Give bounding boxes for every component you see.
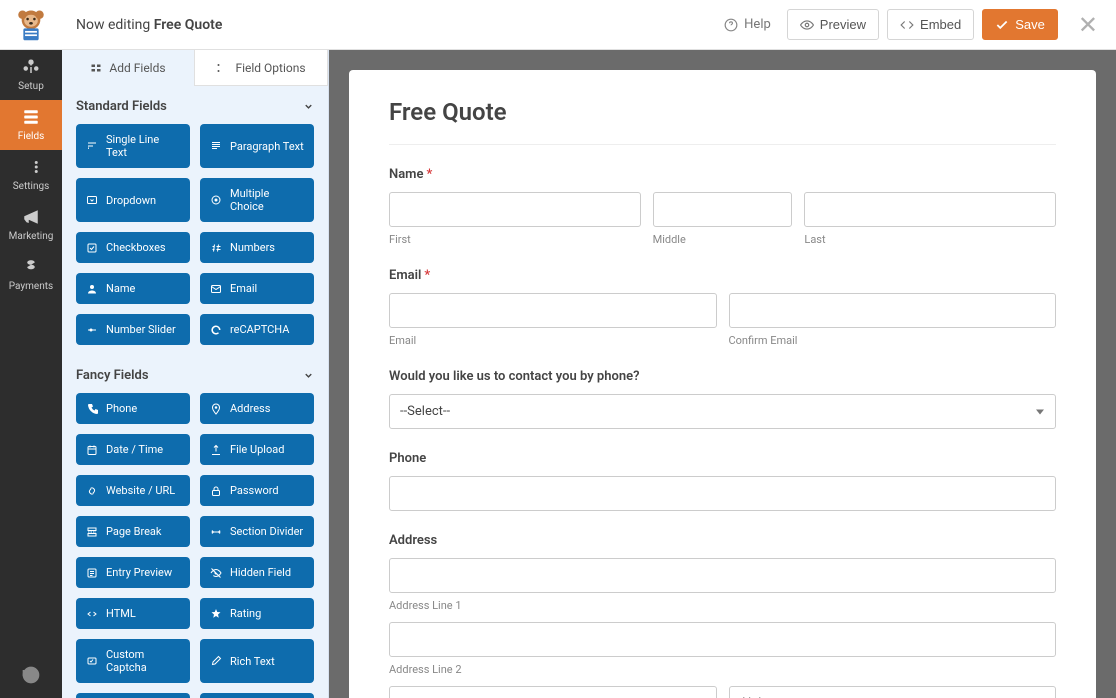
field-contact-by-phone[interactable]: Would you like us to contact you by phon… bbox=[389, 369, 1056, 429]
field-type-rich-text[interactable]: Rich Text bbox=[200, 639, 314, 683]
save-button[interactable]: Save bbox=[982, 9, 1058, 40]
field-address[interactable]: Address Address Line 1 Address Line 2 Ci… bbox=[389, 533, 1056, 698]
field-type-custom-captcha[interactable]: Custom Captcha bbox=[76, 639, 190, 683]
field-type-email[interactable]: Email bbox=[200, 273, 314, 304]
input-address-line1[interactable] bbox=[389, 558, 1056, 593]
field-type-rating[interactable]: Rating bbox=[200, 598, 314, 629]
topbar: Now editing Free Quote Help Preview Embe… bbox=[0, 0, 1116, 50]
field-type-file-upload[interactable]: File Upload bbox=[200, 434, 314, 465]
nav-marketing[interactable]: Marketing bbox=[0, 200, 62, 250]
field-type-signature[interactable]: Signature bbox=[76, 693, 190, 698]
label-contact-phone: Would you like us to contact you by phon… bbox=[389, 369, 1056, 384]
tab-add-fields[interactable]: Add Fields bbox=[62, 50, 195, 86]
nav-settings[interactable]: Settings bbox=[0, 150, 62, 200]
app-logo bbox=[0, 8, 62, 42]
label-phone: Phone bbox=[389, 451, 1056, 466]
fields-panel: Add Fields Field Options Standard Fields… bbox=[62, 50, 329, 698]
field-phone[interactable]: Phone bbox=[389, 451, 1056, 511]
section-fancy-toggle[interactable]: Fancy Fields bbox=[76, 368, 314, 383]
field-type-dropdown[interactable]: Dropdown bbox=[76, 178, 190, 222]
label-name: Name* bbox=[389, 167, 1056, 182]
field-type-likert-scale[interactable]: Likert Scale bbox=[200, 693, 314, 698]
field-type-single-line-text[interactable]: Single Line Text bbox=[76, 124, 190, 168]
input-email-confirm[interactable] bbox=[729, 293, 1057, 328]
page-title: Now editing Free Quote bbox=[76, 17, 222, 33]
nav-setup[interactable]: Setup bbox=[0, 50, 62, 100]
field-name[interactable]: Name* First Middle Last bbox=[389, 167, 1056, 246]
input-name-middle[interactable] bbox=[653, 192, 793, 227]
input-name-last[interactable] bbox=[804, 192, 1056, 227]
field-type-multiple-choice[interactable]: Multiple Choice bbox=[200, 178, 314, 222]
nav-history[interactable] bbox=[0, 652, 62, 698]
select-contact-phone[interactable]: --Select-- bbox=[389, 394, 1056, 429]
field-type-date-time[interactable]: Date / Time bbox=[76, 434, 190, 465]
topbar-actions: Help Preview Embed Save ✕ bbox=[716, 9, 1102, 40]
field-type-address[interactable]: Address bbox=[200, 393, 314, 424]
nav-fields[interactable]: Fields bbox=[0, 100, 62, 150]
field-type-checkboxes[interactable]: Checkboxes bbox=[76, 232, 190, 263]
form-preview: Free Quote Name* First Middle Last Email… bbox=[349, 70, 1096, 698]
section-fancy: Fancy Fields Phone Address Date / Time File… bbox=[62, 355, 328, 698]
main-nav-rail: Setup Fields Settings Marketing Payments bbox=[0, 50, 62, 698]
label-address: Address bbox=[389, 533, 1056, 548]
field-type-phone[interactable]: Phone bbox=[76, 393, 190, 424]
section-standard-toggle[interactable]: Standard Fields bbox=[76, 99, 314, 114]
field-type-hidden-field[interactable]: Hidden Field bbox=[200, 557, 314, 588]
input-address-line2[interactable] bbox=[389, 622, 1056, 657]
field-email[interactable]: Email* Email Confirm Email bbox=[389, 268, 1056, 347]
field-type-website-url[interactable]: Website / URL bbox=[76, 475, 190, 506]
input-phone[interactable] bbox=[389, 476, 1056, 511]
close-button[interactable]: ✕ bbox=[1066, 11, 1102, 39]
embed-button[interactable]: Embed bbox=[887, 9, 974, 40]
field-type-numbers[interactable]: Numbers bbox=[200, 232, 314, 263]
input-email[interactable] bbox=[389, 293, 717, 328]
field-type-page-break[interactable]: Page Break bbox=[76, 516, 190, 547]
input-city[interactable] bbox=[389, 686, 717, 698]
help-link[interactable]: Help bbox=[716, 11, 779, 38]
preview-area: Free Quote Name* First Middle Last Email… bbox=[329, 50, 1116, 698]
section-standard: Standard Fields Single Line TextParagrap… bbox=[62, 86, 328, 355]
field-type-html[interactable]: HTML bbox=[76, 598, 190, 629]
nav-payments[interactable]: Payments bbox=[0, 250, 62, 300]
field-type-section-divider[interactable]: Section Divider bbox=[200, 516, 314, 547]
field-type-name[interactable]: Name bbox=[76, 273, 190, 304]
label-email: Email* bbox=[389, 268, 1056, 283]
form-title: Free Quote bbox=[389, 98, 1056, 145]
field-type-number-slider[interactable]: Number Slider bbox=[76, 314, 190, 345]
input-name-first[interactable] bbox=[389, 192, 641, 227]
select-state[interactable]: Alabama bbox=[729, 686, 1057, 698]
field-type-password[interactable]: Password bbox=[200, 475, 314, 506]
field-type-recaptcha[interactable]: reCAPTCHA bbox=[200, 314, 314, 345]
field-type-entry-preview[interactable]: Entry Preview bbox=[76, 557, 190, 588]
field-type-paragraph-text[interactable]: Paragraph Text bbox=[200, 124, 314, 168]
tab-field-options[interactable]: Field Options bbox=[195, 50, 328, 86]
preview-button[interactable]: Preview bbox=[787, 9, 879, 40]
